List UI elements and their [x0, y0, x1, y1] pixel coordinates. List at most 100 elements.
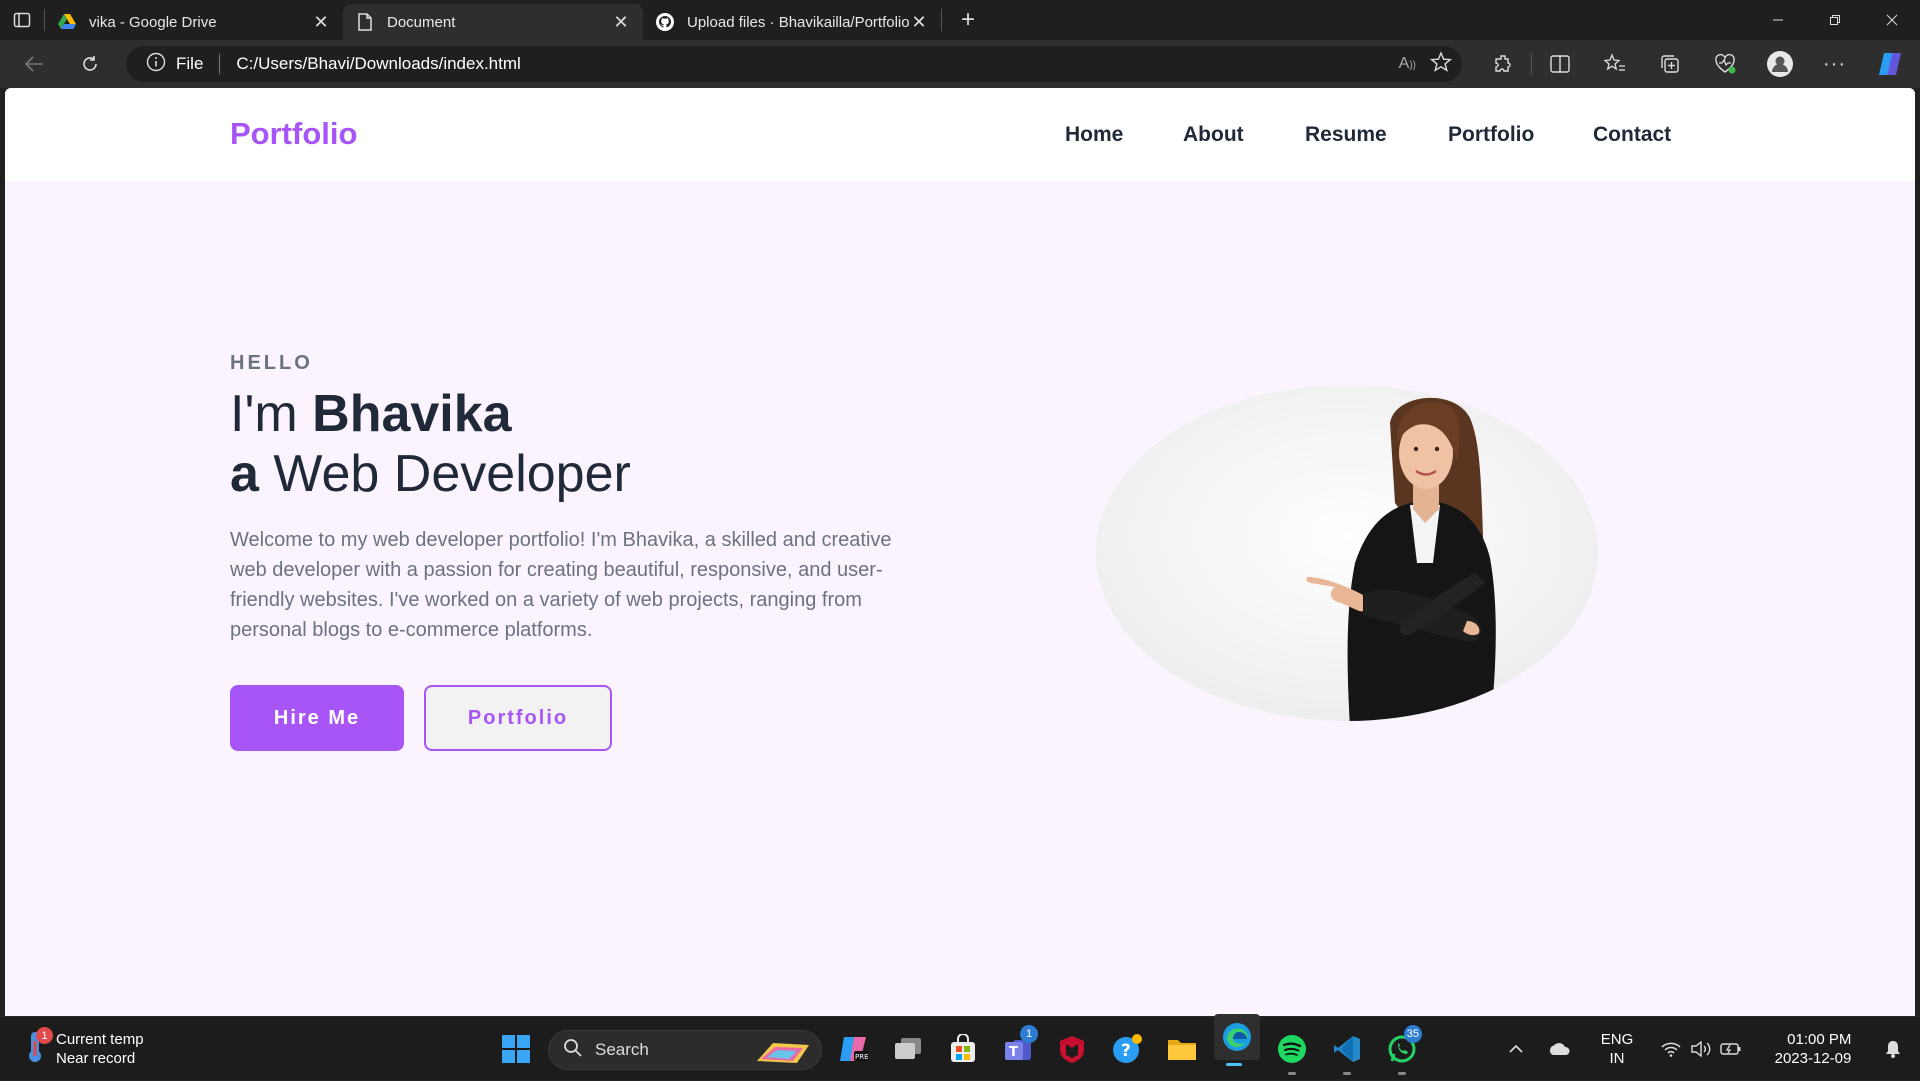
running-indicator — [1343, 1072, 1351, 1075]
teams-icon[interactable]: T 1 — [998, 1025, 1038, 1069]
windows-taskbar: 1 Current temp Near record Search PRE T … — [0, 1014, 1920, 1081]
restore-icon[interactable] — [1806, 0, 1863, 40]
page-viewport: Portfolio Home About Resume Portfolio Co… — [5, 88, 1915, 1016]
url-text[interactable]: C:/Users/Bhavi/Downloads/index.html — [236, 54, 520, 74]
weather-line-1: Current temp — [56, 1030, 144, 1048]
taskbar-search-box[interactable]: Search — [548, 1030, 822, 1070]
weather-alert-badge: 1 — [36, 1027, 53, 1044]
split-screen-icon[interactable] — [1532, 44, 1587, 84]
document-icon — [355, 12, 375, 32]
svg-text:T: T — [1009, 1045, 1018, 1060]
close-tab-icon[interactable]: ✕ — [311, 12, 331, 32]
hero-intro-line: I'm Bhavika — [230, 384, 512, 444]
notification-bell-icon[interactable] — [1878, 1017, 1908, 1081]
tab-document[interactable]: Document ✕ — [343, 4, 643, 40]
hero-greeting: HELLO — [230, 352, 313, 374]
profile-avatar-icon[interactable] — [1752, 44, 1807, 84]
hero-role-line: a Web Developer — [230, 444, 631, 504]
weather-text: Current temp Near record — [56, 1030, 144, 1068]
nav-about-link[interactable]: About — [1183, 123, 1244, 147]
address-separator — [219, 54, 221, 74]
copilot-icon[interactable] — [1862, 44, 1917, 84]
browser-toolbar: File C:/Users/Bhavi/Downloads/index.html… — [0, 40, 1920, 88]
show-hidden-icons-chevron-icon[interactable] — [1502, 1017, 1530, 1081]
copilot-preview-icon[interactable]: PRE — [834, 1029, 874, 1069]
favorite-star-icon[interactable] — [1429, 50, 1453, 78]
weather-line-2: Near record — [56, 1049, 136, 1067]
weather-widget[interactable]: 1 Current temp Near record — [24, 1027, 144, 1068]
hero-role-prefix: a — [230, 445, 259, 503]
back-arrow-icon[interactable] — [14, 44, 54, 84]
running-indicator — [1398, 1072, 1406, 1075]
svg-text:?: ? — [1121, 1041, 1131, 1061]
microsoft-store-icon[interactable] — [943, 1029, 983, 1069]
tab-title: vika - Google Drive — [89, 13, 217, 31]
clock-time: 01:00 PM — [1787, 1031, 1852, 1048]
site-header: Portfolio Home About Resume Portfolio Co… — [5, 88, 1915, 181]
minimize-icon[interactable] — [1749, 0, 1806, 40]
read-aloud-icon[interactable]: A)) — [1399, 55, 1416, 73]
tab-separator — [941, 9, 942, 31]
more-options-icon[interactable]: ··· — [1807, 44, 1862, 84]
tab-google-drive[interactable]: vika - Google Drive ✕ — [45, 4, 343, 40]
info-icon[interactable] — [146, 52, 166, 77]
nav-contact-link[interactable]: Contact — [1593, 123, 1671, 147]
nav-home-link[interactable]: Home — [1065, 123, 1123, 147]
portfolio-button[interactable]: Portfolio — [424, 685, 612, 751]
hire-me-button[interactable]: Hire Me — [230, 685, 404, 751]
extensions-icon[interactable] — [1476, 44, 1531, 84]
close-tab-icon[interactable]: ✕ — [909, 12, 929, 32]
github-icon — [655, 12, 675, 32]
browser-essentials-icon[interactable] — [1697, 44, 1752, 84]
onedrive-cloud-icon[interactable] — [1542, 1017, 1576, 1081]
svg-text:PRE: PRE — [855, 1053, 869, 1061]
close-window-icon[interactable] — [1863, 0, 1920, 40]
close-tab-icon[interactable]: ✕ — [611, 12, 631, 32]
hero-name: Bhavika — [312, 385, 512, 443]
battery-icon[interactable] — [1716, 1017, 1746, 1081]
search-highlight-icon — [753, 1039, 813, 1070]
address-bar[interactable]: File C:/Users/Bhavi/Downloads/index.html… — [126, 46, 1462, 82]
address-actions: A)) — [1399, 46, 1453, 82]
window-controls — [1749, 0, 1920, 40]
volume-icon[interactable] — [1686, 1017, 1716, 1081]
tab-strip: vika - Google Drive ✕ Document ✕ Upload … — [0, 0, 1920, 40]
windows-start-icon[interactable] — [496, 1029, 536, 1069]
nav-resume-link[interactable]: Resume — [1305, 123, 1387, 147]
spotify-icon[interactable] — [1272, 1029, 1312, 1075]
collections-icon[interactable] — [1642, 44, 1697, 84]
language-line-2: IN — [1609, 1050, 1625, 1067]
clock[interactable]: 01:00 PM 2023-12-09 — [1758, 1017, 1868, 1081]
hero-portrait-image — [1095, 383, 1600, 723]
site-brand-logo[interactable]: Portfolio — [230, 116, 357, 152]
whatsapp-icon[interactable]: 35 — [1382, 1025, 1422, 1075]
favorites-icon[interactable] — [1587, 44, 1642, 84]
new-tab-plus-icon[interactable]: + — [948, 2, 988, 38]
language-line-1: ENG — [1600, 1031, 1634, 1048]
refresh-icon[interactable] — [70, 44, 110, 84]
task-view-icon[interactable] — [888, 1029, 928, 1069]
tab-title: Upload files · Bhavikailla/Portfolio — [687, 13, 909, 31]
google-drive-icon — [57, 12, 77, 32]
hero-intro-prefix: I'm — [230, 385, 313, 443]
search-icon — [563, 1038, 583, 1063]
running-indicator — [1288, 1072, 1296, 1075]
wifi-icon[interactable] — [1656, 1017, 1686, 1081]
mcafee-icon[interactable] — [1052, 1029, 1092, 1069]
nav-portfolio-link[interactable]: Portfolio — [1448, 123, 1534, 147]
get-help-icon[interactable]: ? — [1107, 1029, 1147, 1069]
vscode-icon[interactable] — [1327, 1029, 1367, 1075]
hero-role: Web Developer — [258, 445, 631, 503]
toolbar-right: ··· — [1476, 44, 1917, 84]
edge-browser-icon[interactable] — [1214, 1014, 1260, 1066]
tab-title: Document — [387, 13, 456, 31]
tab-github-upload[interactable]: Upload files · Bhavikailla/Portfolio ✕ — [643, 4, 941, 40]
clock-date: 2023-12-09 — [1774, 1050, 1852, 1067]
search-label: Search — [595, 1040, 649, 1059]
file-explorer-icon[interactable] — [1162, 1029, 1202, 1069]
tab-actions-menu-icon[interactable] — [0, 0, 44, 40]
hero-description: Welcome to my web developer portfolio! I… — [230, 529, 892, 641]
language-indicator[interactable]: ENG IN — [1594, 1017, 1640, 1081]
whatsapp-badge: 35 — [1403, 1025, 1422, 1043]
teams-badge: 1 — [1020, 1025, 1038, 1043]
